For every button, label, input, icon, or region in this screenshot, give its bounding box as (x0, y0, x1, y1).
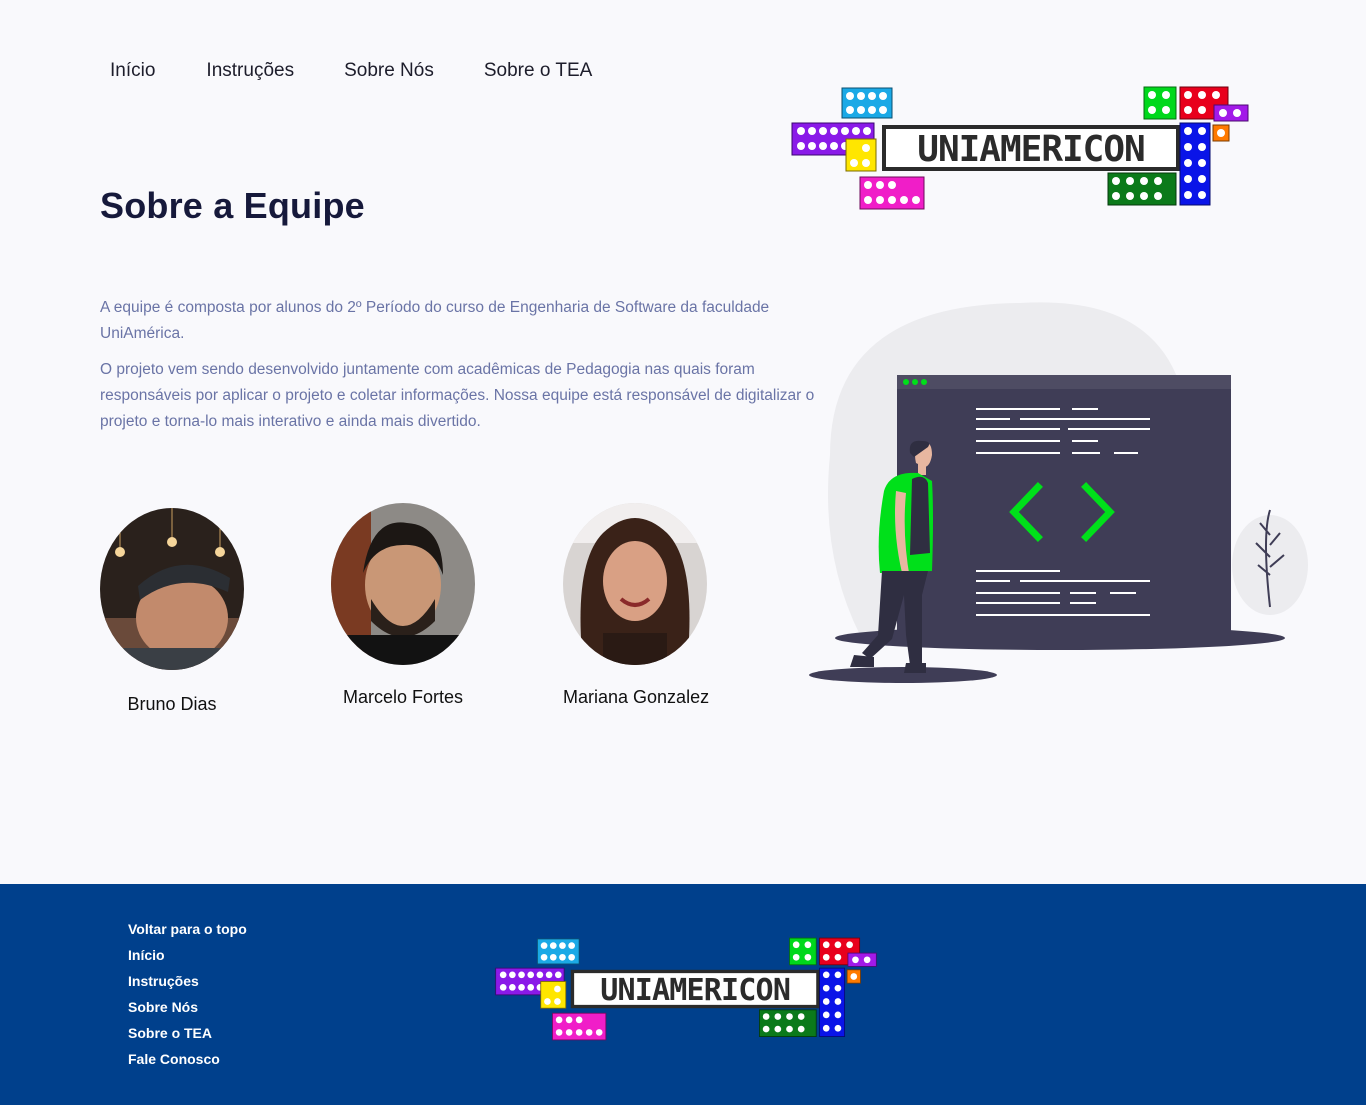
footer-link-sobre-tea[interactable]: Sobre o TEA (128, 1024, 247, 1042)
member-name: Bruno Dias (127, 694, 217, 714)
intro-paragraph: O projeto vem sendo desenvolvido juntame… (100, 361, 815, 430)
uniamericon-footer-logo[interactable]: UNIAMERICON (494, 936, 878, 1042)
svg-text:UNIAMERICON: UNIAMERICON (917, 129, 1144, 170)
avatar (100, 508, 244, 670)
team-member-card: Bruno Dias (100, 508, 244, 715)
footer-link-fale-conosco[interactable]: Fale Conosco (128, 1050, 247, 1068)
footer-link-inicio[interactable]: Início (128, 946, 247, 964)
member-name: Marcelo Fortes (342, 687, 464, 707)
top-nav: Início Instruções Sobre Nós Sobre o TEA (110, 60, 592, 82)
developer-illustration (809, 302, 1308, 683)
team-member-card: Mariana Gonzalez (563, 503, 710, 708)
nav-item-instrucoes[interactable]: Instruções (206, 60, 294, 82)
page-title: Sobre a Equipe (100, 185, 365, 226)
intro-paragraph: A equipe é composta por alunos do 2º Per… (100, 299, 770, 342)
intro-text: A equipe é composta por alunos do 2º Per… (100, 295, 835, 445)
uniamericon-logo[interactable]: UNIAMERICON (790, 85, 1250, 211)
nav-item-sobre-nos[interactable]: Sobre Nós (344, 60, 434, 82)
avatar (331, 503, 475, 665)
member-name: Mariana Gonzalez (563, 687, 710, 707)
team-member-card: Marcelo Fortes (331, 503, 475, 708)
footer-link-sobre-nos[interactable]: Sobre Nós (128, 998, 247, 1016)
avatar (563, 503, 707, 665)
footer-link-back-to-top[interactable]: Voltar para o topo (128, 920, 247, 938)
footer-link-instrucoes[interactable]: Instruções (128, 972, 247, 990)
svg-text:UNIAMERICON: UNIAMERICON (600, 973, 790, 1008)
nav-item-inicio[interactable]: Início (110, 60, 155, 82)
footer-nav: Voltar para o topo Início Instruções Sob… (128, 920, 247, 1068)
nav-item-sobre-tea[interactable]: Sobre o TEA (484, 60, 592, 82)
